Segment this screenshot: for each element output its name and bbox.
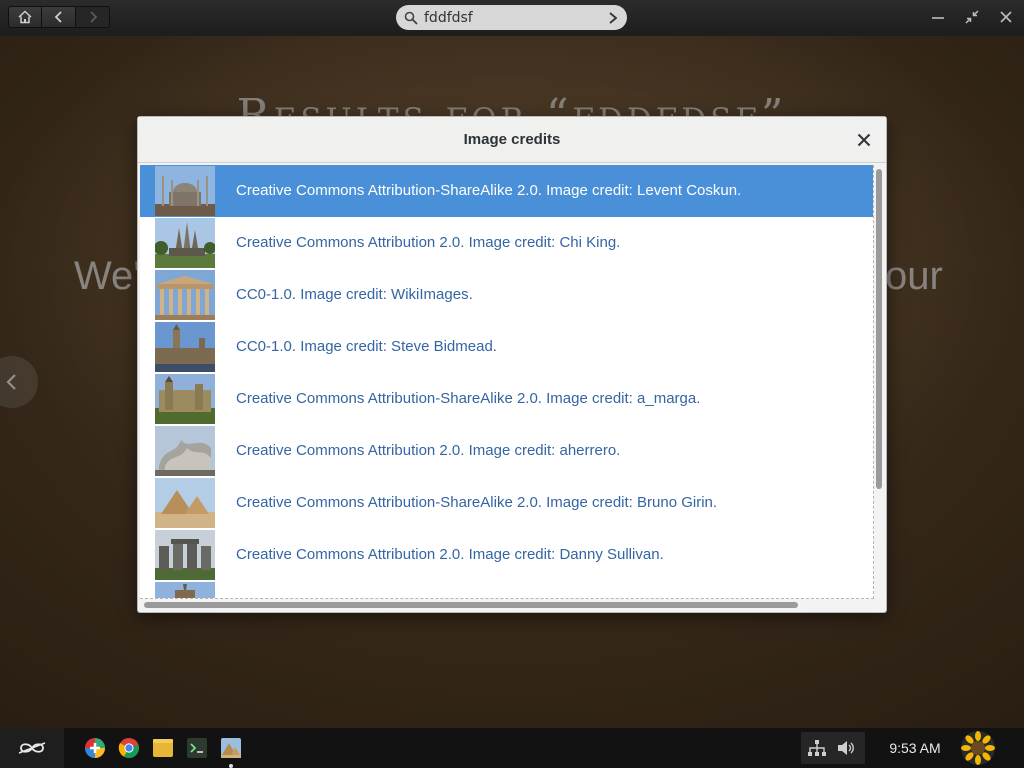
dialog-close-button[interactable]	[854, 130, 874, 150]
files-icon[interactable]	[152, 737, 174, 759]
unmaximize-button[interactable]	[962, 7, 982, 27]
list-item[interactable]: CC0-1.0. Image credit: WikiImages.	[140, 269, 873, 321]
credit-text: Creative Commons Attribution-ShareAlike …	[236, 182, 742, 199]
volume-icon[interactable]	[837, 740, 855, 756]
go-arrow-icon[interactable]	[607, 11, 619, 25]
list-item[interactable]: Creative Commons Attribution 2.0. Image …	[140, 425, 873, 477]
credit-text: CC0-1.0. Image credit: WikiImages.	[236, 286, 473, 303]
credit-text: Creative Commons Attribution 2.0. Image …	[236, 546, 664, 563]
window-controls	[928, 7, 1016, 27]
back-button[interactable]	[42, 6, 76, 28]
list-item[interactable]: Creative Commons Attribution 2.0. Image …	[140, 217, 873, 269]
parliament-thumbnail	[155, 322, 215, 372]
museum-thumbnail	[155, 426, 215, 476]
terminal-icon[interactable]	[186, 737, 208, 759]
list-item[interactable]: Creative Commons Attribution-ShareAlike …	[140, 477, 873, 529]
credits-list[interactable]: Creative Commons Attribution-ShareAlike …	[140, 165, 874, 599]
chrome-icon[interactable]	[118, 737, 140, 759]
home-button[interactable]	[8, 6, 42, 28]
forward-button[interactable]	[76, 6, 110, 28]
credit-text: Creative Commons Attribution 2.0. Image …	[236, 234, 621, 251]
system-tray	[801, 732, 865, 764]
clock[interactable]: 9:53 AM	[880, 728, 950, 768]
network-icon[interactable]	[808, 740, 826, 756]
unmaximize-icon	[965, 10, 979, 24]
castle-thumbnail	[155, 374, 215, 424]
chevron-right-icon	[89, 11, 97, 23]
chevron-left-icon	[54, 11, 62, 23]
taskbar: 9:53 AM	[0, 728, 1024, 768]
credit-text: Creative Commons Attribution-ShareAlike …	[236, 390, 701, 407]
dialog-title: Image credits	[463, 131, 561, 148]
list-item[interactable]: Creative Commons Attribution-ShareAlike …	[140, 373, 873, 425]
start-button[interactable]	[0, 728, 64, 768]
user-avatar[interactable]	[961, 731, 995, 765]
list-item[interactable]: Creative Commons Attribution-ShareAlike …	[140, 165, 873, 217]
close-icon	[857, 133, 871, 147]
search-icon	[404, 11, 418, 25]
horizontal-scrollbar[interactable]	[144, 602, 798, 608]
minimize-button[interactable]	[928, 7, 948, 27]
credit-text: CC0-1.0. Image credit: Steve Bidmead.	[236, 338, 497, 355]
mosque-thumbnail	[155, 166, 215, 216]
image-credits-dialog: Image credits Creative Commons Attributi…	[137, 116, 887, 613]
credit-text: Creative Commons Attribution 2.0. Image …	[236, 442, 621, 459]
travel-app-icon[interactable]	[220, 737, 242, 759]
credit-text: Creative Commons Attribution-ShareAlike …	[236, 494, 718, 511]
list-item[interactable]	[140, 581, 873, 598]
dialog-header: Image credits	[138, 117, 886, 163]
landmark-thumbnail	[155, 582, 215, 598]
vertical-scrollbar[interactable]	[876, 169, 882, 489]
parthenon-thumbnail	[155, 270, 215, 320]
stonehenge-thumbnail	[155, 530, 215, 580]
pyramids-thumbnail	[155, 478, 215, 528]
navigation-buttons	[8, 6, 110, 30]
temple-thumbnail	[155, 218, 215, 268]
home-icon	[18, 10, 32, 24]
list-item[interactable]: CC0-1.0. Image credit: Steve Bidmead.	[140, 321, 873, 373]
endless-logo-icon	[18, 742, 46, 754]
app-store-icon[interactable]	[84, 737, 106, 759]
minimize-icon	[932, 17, 944, 19]
search-input[interactable]: fddfdsf	[396, 5, 627, 30]
window-titlebar: fddfdsf	[0, 0, 1024, 36]
list-item[interactable]: Creative Commons Attribution 2.0. Image …	[140, 529, 873, 581]
running-indicator	[229, 764, 233, 768]
search-query[interactable]: fddfdsf	[424, 10, 607, 26]
close-icon	[1000, 11, 1012, 23]
close-button[interactable]	[996, 7, 1016, 27]
